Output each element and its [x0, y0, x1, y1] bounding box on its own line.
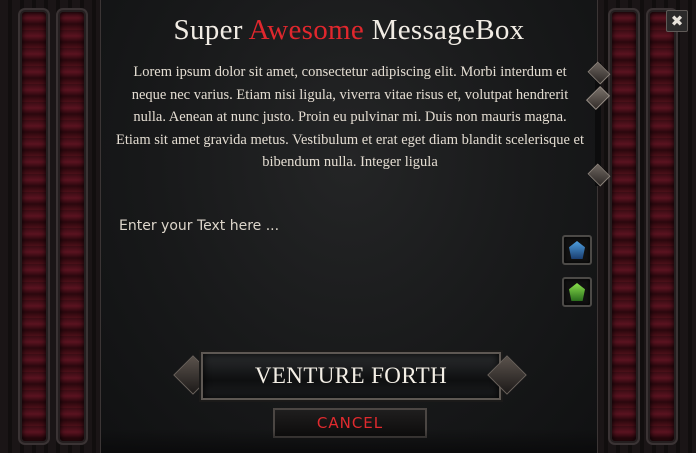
close-icon: ✖	[670, 12, 684, 30]
close-button[interactable]: ✖	[666, 10, 688, 32]
text-input[interactable]	[115, 208, 563, 338]
right-ornamental-pillar	[594, 0, 696, 453]
venture-forth-button[interactable]: VENTURE FORTH	[201, 352, 501, 400]
bottom-ornament	[101, 429, 597, 453]
left-ornamental-pillar	[0, 0, 102, 453]
right-velvet-column-outer	[650, 12, 674, 441]
right-velvet-column-inner	[612, 12, 636, 441]
dialog-panel: Super Awesome MessageBox Lorem ipsum dol…	[100, 0, 611, 453]
title-highlight: Awesome	[248, 14, 365, 46]
move-up-button[interactable]	[562, 235, 592, 265]
title-suffix: MessageBox	[364, 14, 525, 46]
move-down-button[interactable]	[562, 277, 592, 307]
title-prefix: Super	[173, 14, 249, 46]
dialog-title: Super Awesome MessageBox	[101, 14, 597, 47]
message-text: Lorem ipsum dolor sit amet, consectetur …	[115, 64, 585, 170]
left-velvet-column-outer	[22, 12, 46, 441]
message-box-frame: Super Awesome MessageBox Lorem ipsum dol…	[0, 0, 696, 453]
gem-up-icon	[569, 241, 585, 259]
gem-down-icon	[569, 283, 585, 301]
message-scrollbar[interactable]	[585, 61, 611, 187]
left-velvet-column-inner	[60, 12, 84, 441]
